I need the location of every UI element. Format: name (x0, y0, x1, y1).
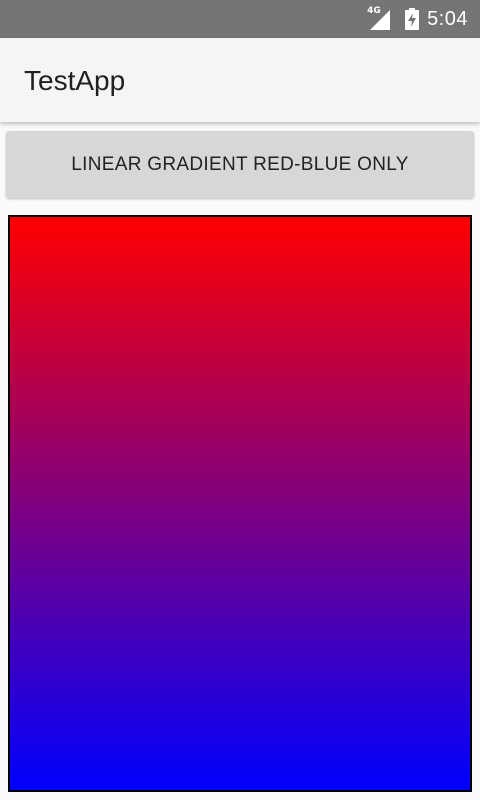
app-title: TestApp (24, 65, 126, 96)
gradient-view (8, 215, 472, 792)
status-icons: 4G 5:04 (367, 0, 468, 38)
linear-gradient-button[interactable]: LINEAR GRADIENT RED-BLUE ONLY (6, 131, 474, 198)
battery-charging-icon (405, 8, 420, 30)
signal-icon (370, 10, 391, 30)
network-indicator: 4G (367, 7, 391, 31)
status-clock: 5:04 (427, 7, 468, 30)
status-bar: 4G 5:04 (0, 0, 480, 38)
app-bar: TestApp (0, 38, 480, 122)
